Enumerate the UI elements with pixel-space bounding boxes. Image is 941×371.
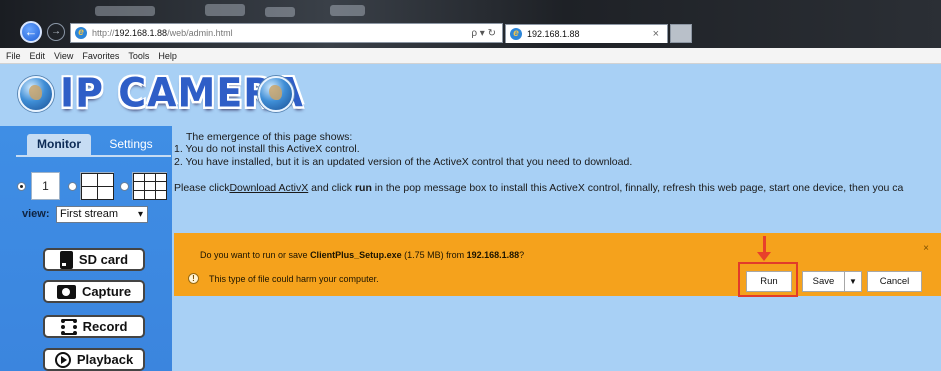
browser-tab[interactable]: e 192.168.1.88 × [505, 24, 668, 43]
globe-right-icon [258, 76, 294, 112]
split-9-grid-icon[interactable] [132, 172, 167, 200]
instructions-pre: Please click [174, 182, 230, 194]
background-blur [330, 5, 365, 16]
record-label: Record [82, 319, 128, 334]
warning-shield-icon: ! [188, 273, 199, 284]
capture-button[interactable]: Capture [43, 280, 145, 303]
tab-settings[interactable]: Settings [95, 134, 167, 155]
forward-arrow-icon: → [51, 26, 61, 37]
save-button[interactable]: Save [802, 271, 845, 292]
sd-card-label: SD card [78, 252, 129, 267]
film-icon [60, 318, 77, 335]
view-label: view: [22, 208, 50, 220]
capture-label: Capture [81, 284, 132, 299]
download-filename: ClientPlus_Setup.exe [310, 250, 402, 260]
sd-card-icon [59, 250, 73, 269]
instructions-mid: and click [308, 182, 355, 194]
run-button[interactable]: Run [746, 271, 792, 292]
notice-heading: The emergence of this page shows: [186, 131, 353, 143]
download-warning: ! This type of file could harm your comp… [188, 273, 379, 284]
stream-select[interactable]: First stream ▾ [56, 206, 148, 223]
warning-text: This type of file could harm your comput… [209, 273, 379, 284]
sidebar: Monitor Settings 1 view: First stream ▾ … [0, 126, 172, 371]
split-4-grid-icon[interactable] [80, 172, 114, 200]
address-bar[interactable]: e http://192.168.1.88/web/admin.html ρ ▾… [70, 23, 503, 43]
question-end: ? [519, 250, 525, 260]
red-arrow-icon [757, 252, 771, 261]
back-button[interactable]: ← [20, 21, 42, 43]
browser-title-bar: ← → e http://192.168.1.88/web/admin.html… [0, 0, 941, 48]
download-notification-bar: Do you want to run or save ClientPlus_Se… [174, 233, 941, 297]
menu-favorites[interactable]: Favorites [82, 51, 119, 61]
stream-select-value: First stream [60, 208, 119, 220]
url-prefix: http:// [92, 28, 115, 38]
menu-tools[interactable]: Tools [128, 51, 149, 61]
chevron-down-icon: ▾ [137, 209, 143, 220]
notice-line-1: 1. You do not install this ActiveX contr… [174, 143, 360, 155]
notice-instructions: Please clickDownload ActivX and click ru… [174, 182, 903, 194]
menu-edit[interactable]: Edit [30, 51, 46, 61]
record-button[interactable]: Record [43, 315, 145, 338]
download-question: Do you want to run or save ClientPlus_Se… [200, 250, 524, 260]
split-9-radio[interactable] [120, 182, 129, 191]
instructions-post: in the pop message box to install this A… [371, 182, 904, 194]
globe-left-icon [18, 76, 54, 112]
question-size: (1.75 MB) from [401, 250, 467, 260]
cancel-button[interactable]: Cancel [867, 271, 922, 292]
split-1-view[interactable]: 1 [31, 172, 60, 200]
notice-line-2: 2. You have installed, but it is an upda… [174, 156, 633, 168]
new-tab-button[interactable] [670, 24, 692, 43]
menu-file[interactable]: File [6, 51, 21, 61]
tab-ie-logo-icon: e [510, 28, 522, 40]
forward-button[interactable]: → [47, 23, 65, 41]
background-blur [95, 6, 155, 16]
tab-monitor[interactable]: Monitor [27, 134, 91, 155]
play-circle-icon [54, 351, 71, 368]
search-refresh-icons[interactable]: ρ ▾ ↻ [471, 28, 496, 39]
close-icon[interactable]: × [923, 243, 929, 254]
tab-divider [16, 155, 171, 157]
menu-help[interactable]: Help [158, 51, 177, 61]
menu-bar: File Edit View Favorites Tools Help [0, 48, 941, 64]
back-arrow-icon: ← [24, 24, 38, 39]
download-host: 192.168.1.88 [466, 250, 520, 260]
playback-button[interactable]: Playback [43, 348, 145, 371]
background-blur [205, 4, 245, 16]
background-blur [265, 7, 295, 17]
tab-title: 192.168.1.88 [527, 29, 580, 39]
camera-icon [56, 284, 76, 299]
tab-close-icon[interactable]: × [653, 28, 659, 40]
sd-card-button[interactable]: SD card [43, 248, 145, 271]
question-pre: Do you want to run or save [200, 250, 311, 260]
split-1-radio[interactable] [17, 182, 26, 191]
download-activex-link[interactable]: Download ActivX [229, 182, 308, 194]
url-path: /web/admin.html [167, 28, 233, 38]
url-host: 192.168.1.88 [114, 28, 168, 38]
instructions-run: run [354, 182, 372, 194]
ie-logo-icon: e [75, 27, 87, 39]
save-dropdown-button[interactable]: ▼ [844, 271, 862, 292]
menu-view[interactable]: View [54, 51, 73, 61]
playback-label: Playback [76, 352, 134, 367]
split-4-radio[interactable] [68, 182, 77, 191]
